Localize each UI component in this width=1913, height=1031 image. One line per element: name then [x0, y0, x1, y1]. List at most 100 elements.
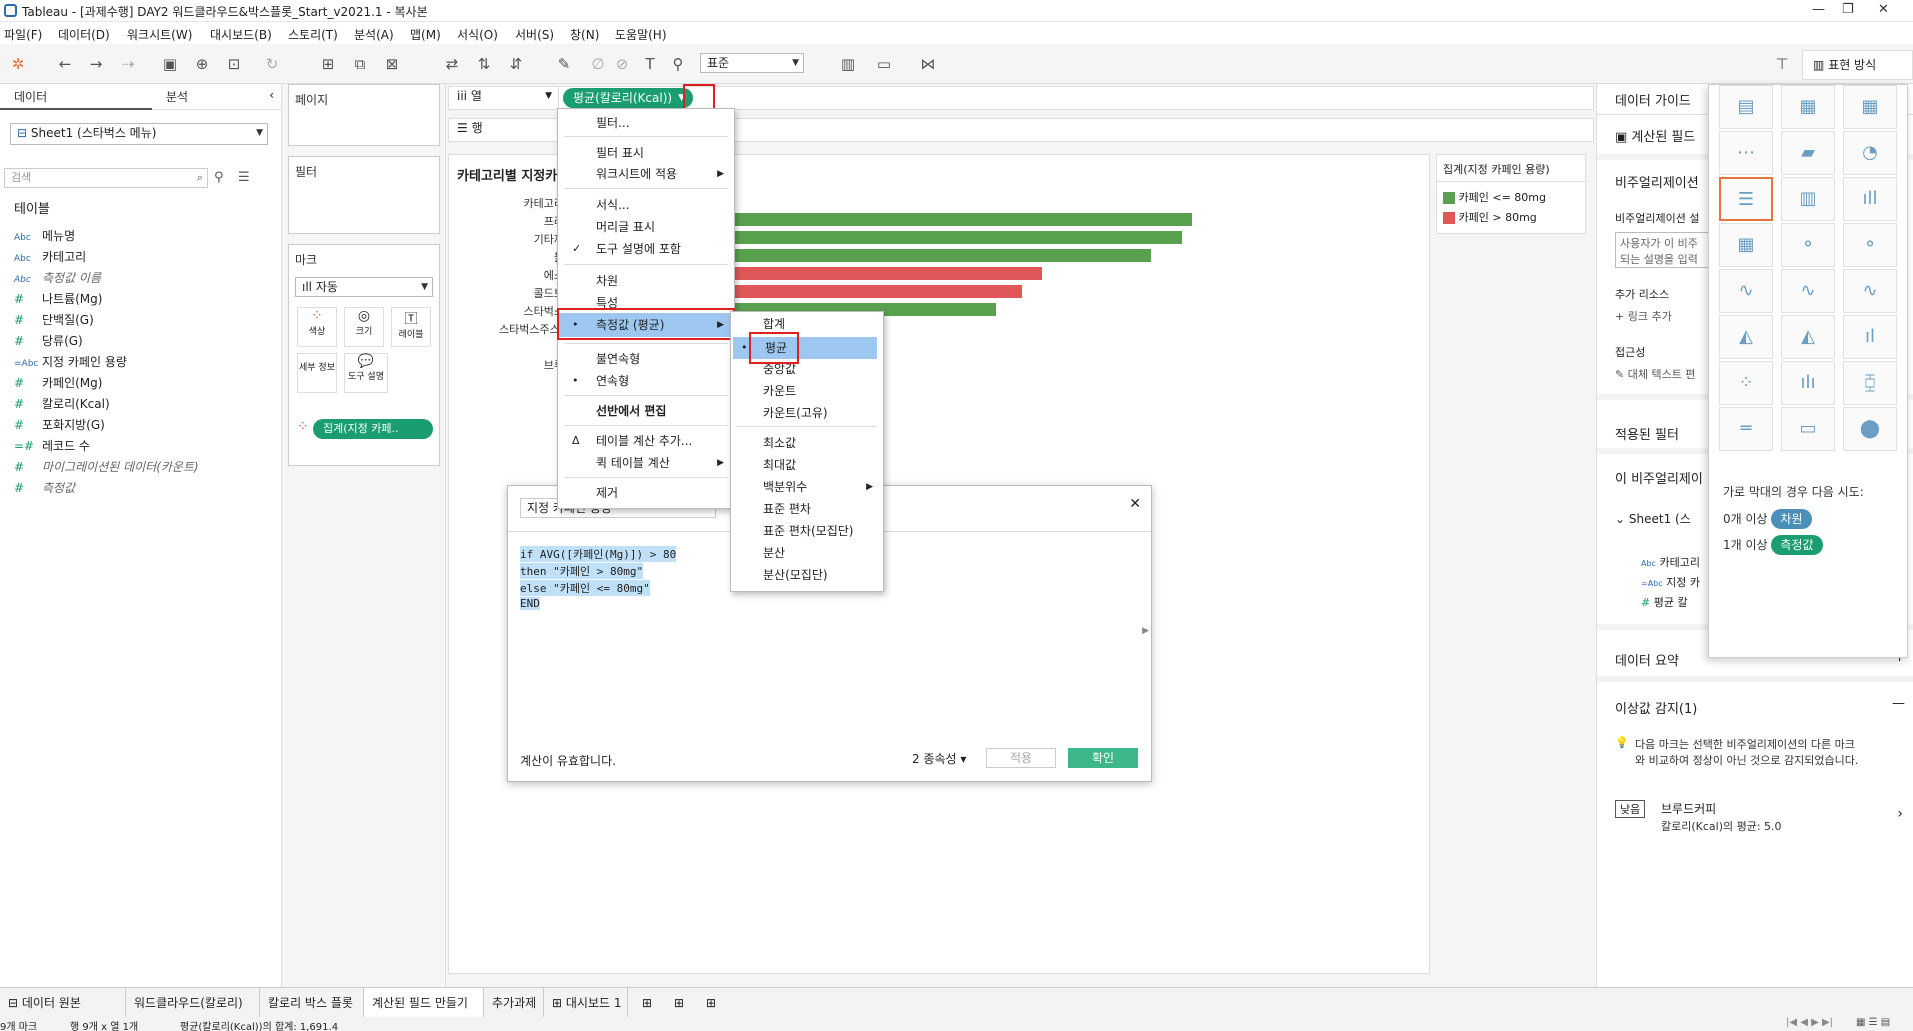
label-icon[interactable]: T — [640, 54, 660, 74]
menu-item-dimension[interactable]: 차원 — [558, 271, 734, 291]
sheet-nav-icons[interactable]: |◀ ◀ ▶ ▶| — [1786, 1017, 1833, 1028]
add-link-button[interactable]: + 링크 추가 — [1615, 308, 1672, 324]
fit-select[interactable]: 표준 ▼ — [700, 53, 804, 73]
group-icon[interactable]: ∅ — [588, 54, 608, 74]
menu-item-stdev[interactable]: 표준 편차 — [731, 499, 883, 519]
menu-item-count[interactable]: 카운트 — [731, 381, 883, 401]
line-continuous-icon[interactable]: ∿ — [1719, 269, 1773, 313]
duplicate-icon[interactable]: ⧉ — [350, 54, 370, 74]
menu-analysis[interactable]: 분석(A) — [354, 26, 394, 43]
viz-desc-input[interactable]: 사용자가 이 비주 되는 설명을 입력 — [1615, 232, 1713, 268]
pages-card[interactable]: 페이지 — [288, 84, 440, 146]
menu-item-remove[interactable]: 제거 — [558, 483, 734, 503]
chevron-right-icon[interactable]: › — [1897, 806, 1903, 822]
dual-line-icon[interactable]: ∿ — [1843, 269, 1897, 313]
menu-data[interactable]: 데이터(D) — [58, 26, 110, 43]
tab-datasource[interactable]: ⊟ 데이터 원본 — [0, 988, 126, 1018]
menu-file[interactable]: 파일(F) — [4, 26, 42, 43]
tab-sheet[interactable]: 칼로리 박스 플롯 — [260, 988, 364, 1018]
menu-item-format[interactable]: 서식... — [558, 195, 734, 215]
ok-button[interactable]: 확인 — [1068, 748, 1138, 768]
highlight-table-icon[interactable]: ▦ — [1843, 85, 1897, 129]
clear-sheet-icon[interactable]: ⊠ — [382, 54, 402, 74]
line-discrete-icon[interactable]: ∿ — [1781, 269, 1835, 313]
new-worksheet-icon[interactable]: ⊞ — [318, 54, 338, 74]
collapse-icon[interactable]: — — [1892, 696, 1905, 711]
minimize-icon[interactable]: — — [1812, 2, 1825, 17]
tab-analysis[interactable]: 분석 ‹ — [152, 84, 282, 110]
box-plot-icon[interactable]: ⧮ — [1843, 361, 1897, 405]
menu-item-sum[interactable]: 합계 — [731, 314, 883, 334]
outlier-name[interactable]: 브루드커피 — [1661, 800, 1716, 817]
bullet-graph-icon[interactable]: ▭ — [1781, 407, 1835, 451]
tableau-home-icon[interactable]: ✲ — [8, 54, 28, 74]
grid-view-icon[interactable]: ▦ ☰ ▤ — [1856, 1017, 1890, 1028]
field-item[interactable]: Abc 측정값 이름 — [14, 269, 101, 286]
menu-story[interactable]: 스토리(T) — [288, 26, 338, 43]
data-summary-heading[interactable]: 데이터 요약 — [1615, 650, 1679, 669]
menu-item-count-distinct[interactable]: 카운트(고유) — [731, 403, 883, 423]
scatter-plot-icon[interactable]: ⁘ — [1719, 361, 1773, 405]
treemap-icon[interactable]: ▦ — [1719, 223, 1773, 267]
field-item[interactable]: # 당류(G) — [14, 332, 83, 349]
tab-data[interactable]: 데이터 — [0, 84, 152, 110]
code-line[interactable]: else "카페인 <= 80mg" — [520, 580, 650, 596]
histogram-icon[interactable]: ılı — [1781, 361, 1835, 405]
share-icon[interactable]: ⋈ — [918, 54, 938, 74]
sign-icon[interactable]: ⊤ — [1772, 54, 1792, 74]
menu-item-apply-worksheets[interactable]: 워크시트에 적용 ▶ — [558, 164, 734, 184]
search-input[interactable]: 검색 ⌕ — [4, 168, 208, 188]
heat-map-icon[interactable]: ▦ — [1781, 85, 1835, 129]
horizontal-bar-icon[interactable]: ☰ — [1719, 177, 1773, 221]
sort-desc-icon[interactable]: ⇵ — [506, 54, 526, 74]
code-line[interactable]: END — [520, 597, 540, 610]
close-icon[interactable]: ✕ — [1129, 496, 1141, 512]
save-icon[interactable]: ▣ — [160, 54, 180, 74]
swap-icon[interactable]: ⇄ — [442, 54, 462, 74]
menu-item-edit-in-shelf[interactable]: 선반에서 편집 — [558, 401, 734, 421]
side-by-side-circle-icon[interactable]: ⚬ — [1843, 223, 1897, 267]
field-item[interactable]: =# 레코드 수 — [14, 437, 90, 454]
field-item[interactable]: # 측정값 — [14, 479, 75, 496]
color-legend[interactable]: 집계(지정 카페인 용량) 카페인 <= 80mg 카페인 > 80mg — [1436, 154, 1587, 234]
tab-dashboard[interactable]: ⊞ 대시보드 1 — [544, 988, 628, 1018]
menu-item-stdevp[interactable]: 표준 편차(모집단) — [731, 521, 883, 541]
tab-sheet[interactable]: 추가과제 — [484, 988, 544, 1018]
mark-type-select[interactable]: ıll 자동 ▼ — [295, 277, 433, 297]
menu-item-show-header[interactable]: 머리글 표시 — [558, 217, 734, 237]
packed-bubbles-icon[interactable]: ⬤ — [1843, 407, 1897, 451]
refresh-icon[interactable]: ↻ — [262, 54, 282, 74]
field-item[interactable]: # 카페인(Mg) — [14, 374, 102, 391]
maximize-icon[interactable]: ❐ — [1842, 2, 1854, 17]
color-pill[interactable]: 집계(지정 카페.. — [313, 419, 433, 439]
color-button[interactable]: ⁘ 색상 — [297, 307, 337, 347]
menu-item-show-filter[interactable]: 필터 표시 — [558, 143, 734, 163]
text-table-icon[interactable]: ▤ — [1719, 85, 1773, 129]
undo-icon[interactable]: ← — [55, 54, 75, 74]
menu-item-percentile[interactable]: 백분위수 ▶ — [731, 477, 883, 497]
field-item[interactable]: # 포화지방(G) — [14, 416, 105, 433]
attach-icon[interactable]: ⊘ — [612, 54, 632, 74]
menu-item-include-tooltip[interactable]: ✓ 도구 설명에 포함 — [558, 239, 734, 259]
menu-item-max[interactable]: 최대값 — [731, 455, 883, 475]
field-item[interactable]: # 마이그레이션된 데이터(카운트) — [14, 458, 199, 475]
presentation-icon[interactable]: ▭ — [874, 54, 894, 74]
menu-item-add-table-calc[interactable]: Δ 테이블 계산 추가... — [558, 431, 734, 451]
show-cards-icon[interactable]: ▥ — [838, 54, 858, 74]
gantt-icon[interactable]: ═ — [1719, 407, 1773, 451]
symbol-map-icon[interactable]: ⋯ — [1719, 131, 1773, 175]
new-story-icon[interactable]: ⊞ — [698, 988, 728, 1018]
stacked-bar-icon[interactable]: ▥ — [1781, 177, 1835, 221]
view-options-icon[interactable]: ☰ — [238, 170, 250, 185]
columns-pill[interactable]: 평균(칼로리(Kcal)) ▼ — [563, 88, 693, 108]
alt-text-button[interactable]: ✎ 대체 텍스트 편 — [1615, 366, 1695, 382]
dependencies-button[interactable]: 2 종속성 ▾ — [912, 750, 966, 767]
outliers-heading[interactable]: 이상값 감지(1) — [1615, 698, 1697, 717]
menu-server[interactable]: 서버(S) — [515, 26, 554, 43]
menu-worksheet[interactable]: 워크시트(W) — [127, 26, 192, 43]
menu-item-min[interactable]: 최소값 — [731, 433, 883, 453]
new-datasource-icon[interactable]: ⊕ — [192, 54, 212, 74]
new-worksheet-icon[interactable]: ⊞ — [634, 988, 664, 1018]
show-me-button[interactable]: ▥ 표현 방식 — [1802, 50, 1913, 80]
sort-asc-icon[interactable]: ⇅ — [474, 54, 494, 74]
